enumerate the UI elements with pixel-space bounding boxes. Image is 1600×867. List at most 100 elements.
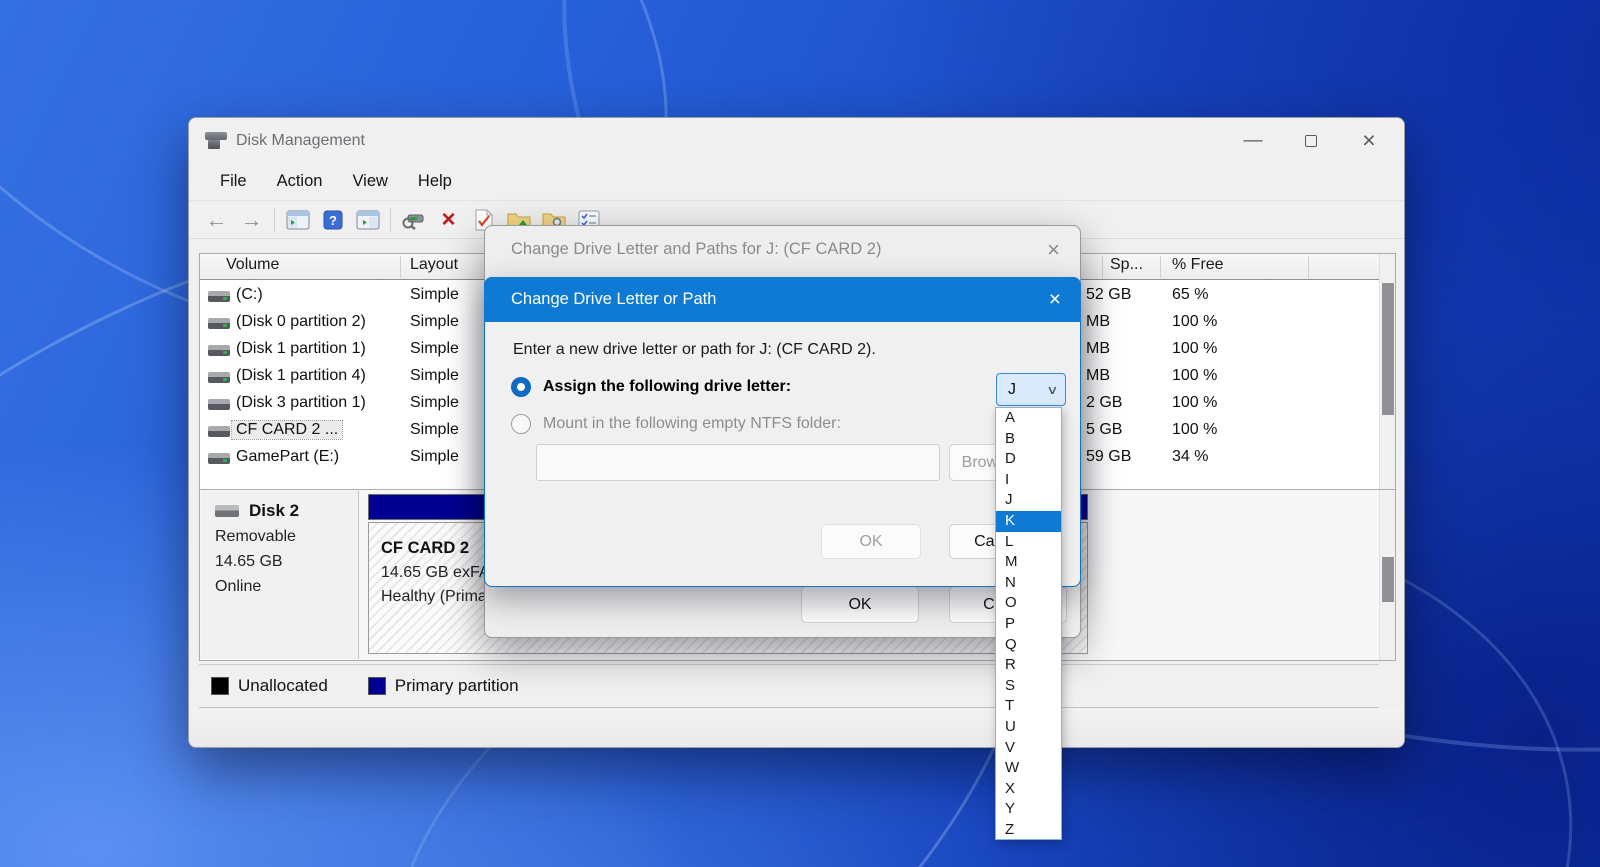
disk-inspect-icon[interactable] [396,205,431,235]
free-cell: 100 % [1172,313,1218,330]
disk-info-panel[interactable]: Disk 2 Removable 14.65 GB Online [201,491,359,659]
legend-bar: Unallocated Primary partition [199,664,1379,708]
dropdown-option[interactable]: P [996,614,1061,635]
dropdown-option-selected[interactable]: K [996,510,1061,532]
space-cell: 52 GB [1086,286,1132,303]
menu-view[interactable]: View [337,167,402,196]
dialog-prompt: Enter a new drive letter or path for J: … [513,341,876,358]
column-divider[interactable] [1308,256,1309,278]
volume-cell: (Disk 3 partition 1) [236,394,366,411]
dialog-title-bar: Change Drive Letter or Path × [484,277,1081,322]
volume-cell: (Disk 1 partition 1) [236,340,366,357]
mount-folder-label: Mount in the following empty NTFS folder… [543,415,841,432]
legend-label: Primary partition [394,676,519,695]
dropdown-option[interactable]: M [996,552,1061,573]
toolbar-separator [274,207,275,232]
change-drive-letter-or-path-dialog: Change Drive Letter or Path × Enter a ne… [484,277,1081,587]
minimize-button[interactable]: — [1224,118,1282,163]
column-divider[interactable] [400,256,401,278]
status-bar [189,709,1404,747]
drive-icon [208,399,230,410]
space-cell: MB [1086,367,1110,384]
show-console-tree-icon[interactable] [280,205,315,235]
space-cell: 59 GB [1086,448,1132,465]
title-bar: Disk Management — × [189,118,1404,163]
dialog-title: Change Drive Letter and Paths for J: (CF… [511,240,882,258]
drive-icon [208,453,230,464]
dropdown-option[interactable]: U [996,717,1061,738]
header-free[interactable]: % Free [1172,256,1224,274]
close-icon[interactable]: × [1047,237,1060,263]
dialog-title-bar: Change Drive Letter and Paths for J: (CF… [485,226,1080,273]
primary-partition-swatch [367,677,386,695]
show-action-pane-icon[interactable] [350,205,385,235]
header-layout[interactable]: Layout [410,256,458,274]
dropdown-option[interactable]: Y [996,799,1061,820]
dropdown-option[interactable]: S [996,676,1061,697]
delete-volume-icon[interactable]: × [431,205,466,235]
drive-letter-combobox[interactable]: J ∨ [996,373,1066,406]
assign-drive-letter-radio[interactable] [511,377,531,397]
dropdown-option[interactable]: T [996,696,1061,717]
unallocated-swatch [211,677,229,695]
toolbar-separator [390,207,391,232]
dropdown-option[interactable]: W [996,758,1061,779]
volume-cell: (C:) [236,286,263,303]
dropdown-option[interactable]: A [996,408,1061,429]
free-cell: 100 % [1172,394,1218,411]
free-cell: 34 % [1172,448,1209,465]
header-space[interactable]: Sp... [1110,256,1143,274]
graph-scrollbar[interactable] [1379,490,1395,660]
combobox-value: J [1008,380,1016,398]
disk-management-icon [205,132,227,149]
space-cell: MB [1086,313,1110,330]
dropdown-option[interactable]: N [996,573,1061,594]
mount-folder-input[interactable] [536,444,940,481]
dropdown-option[interactable]: J [996,490,1061,511]
dropdown-option[interactable]: Q [996,635,1061,656]
scrollbar-thumb[interactable] [1382,283,1394,415]
menu-bar: File Action View Help [189,163,1404,201]
free-cell: 65 % [1172,286,1209,303]
ok-button[interactable]: OK [801,586,919,623]
dropdown-option[interactable]: R [996,655,1061,676]
disk-name: Disk 2 [249,501,300,520]
mount-folder-radio[interactable] [511,414,531,434]
layout-cell: Simple [410,313,459,330]
ok-button[interactable]: OK [821,524,921,559]
dropdown-option[interactable]: Z [996,820,1061,841]
column-divider[interactable] [1160,256,1161,278]
dropdown-option[interactable]: X [996,779,1061,800]
help-icon[interactable]: ? [315,205,350,235]
forward-icon[interactable]: → [234,205,269,235]
disk-status: Online [215,578,262,595]
back-icon[interactable]: ← [199,205,234,235]
close-button[interactable]: × [1340,118,1398,163]
free-cell: 100 % [1172,367,1218,384]
layout-cell: Simple [410,448,459,465]
dropdown-option[interactable]: I [996,470,1061,491]
space-cell: MB [1086,340,1110,357]
dropdown-option[interactable]: B [996,429,1061,450]
menu-action[interactable]: Action [262,167,338,196]
close-icon[interactable]: × [1049,288,1061,312]
free-cell: 100 % [1172,340,1218,357]
drive-letter-dropdown-list: A B D I J K L M N O P Q R S T U V W X Y … [995,407,1062,840]
volume-cell: CF CARD 2 ... [230,420,344,440]
dropdown-option[interactable]: D [996,449,1061,470]
dropdown-option[interactable]: V [996,738,1061,759]
drive-icon [208,291,230,302]
dropdown-option[interactable]: O [996,593,1061,614]
maximize-icon [1305,134,1317,147]
menu-file[interactable]: File [205,167,262,196]
menu-help[interactable]: Help [403,167,467,196]
column-divider[interactable] [1102,256,1103,278]
drive-icon [208,372,230,383]
layout-cell: Simple [410,421,459,438]
drive-icon [208,318,230,329]
maximize-button[interactable] [1282,118,1340,163]
scrollbar-thumb[interactable] [1382,557,1394,602]
header-volume[interactable]: Volume [226,256,279,274]
dropdown-option[interactable]: L [996,532,1061,553]
drive-icon [208,426,230,437]
